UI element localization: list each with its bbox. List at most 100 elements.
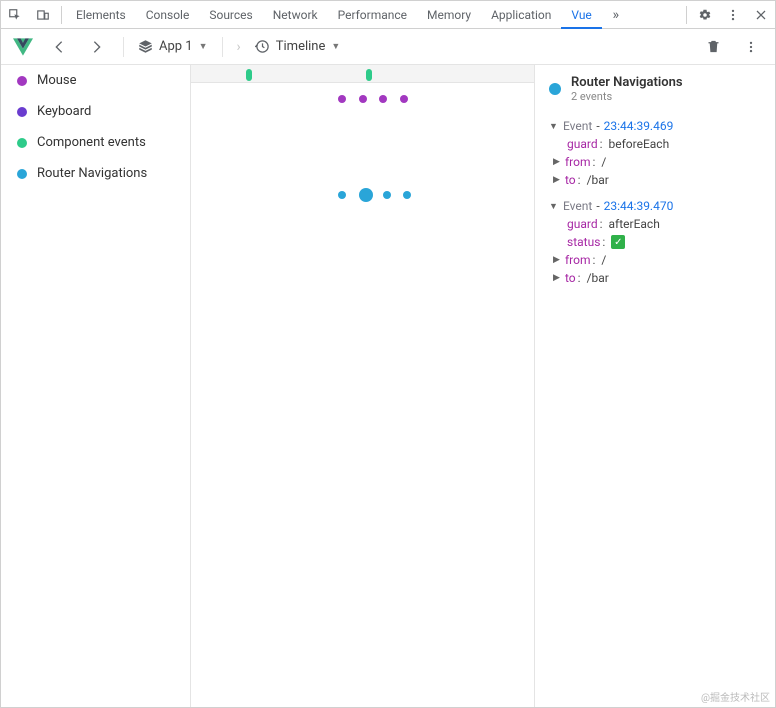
timeline-event-dot[interactable] xyxy=(403,191,411,199)
timeline-lane xyxy=(191,179,534,211)
chevron-right-icon: ▶ xyxy=(553,175,563,185)
devtools-tab-performance[interactable]: Performance xyxy=(328,1,417,29)
chevron-down-icon: ▼ xyxy=(331,41,340,52)
layer-label: Router Navigations xyxy=(37,166,147,181)
inspector-event: ▼Event - 23:44:39.470guard:afterEachstat… xyxy=(549,197,761,287)
property-key: guard xyxy=(567,217,598,231)
chevron-down-icon: ▼ xyxy=(199,41,208,52)
property-key: status xyxy=(567,235,600,249)
event-timestamp: 23:44:39.469 xyxy=(604,119,674,133)
close-devtools-icon[interactable] xyxy=(747,1,775,29)
chevron-down-icon: ▼ xyxy=(549,121,559,132)
timeline-event-dot[interactable] xyxy=(338,191,346,199)
nav-forward-button[interactable] xyxy=(85,35,109,59)
property-key: guard xyxy=(567,137,598,151)
nav-back-button[interactable] xyxy=(47,35,71,59)
separator xyxy=(61,6,62,24)
vue-logo-icon xyxy=(13,38,33,56)
timeline-lane xyxy=(191,147,534,179)
timeline-event-dot[interactable] xyxy=(383,191,391,199)
devtools-tab-console[interactable]: Console xyxy=(136,1,200,29)
app-selector[interactable]: App 1 ▼ xyxy=(138,39,208,54)
property-key: from xyxy=(565,253,591,267)
chevron-right-icon: ▶ xyxy=(553,255,563,265)
separator xyxy=(222,37,223,57)
layer-row[interactable]: Router Navigations xyxy=(1,158,190,189)
timeline-event-dot[interactable] xyxy=(359,188,373,202)
timeline-event-dot[interactable] xyxy=(379,95,387,103)
timeline-ruler-mark xyxy=(246,69,252,81)
event-property[interactable]: ▶to:/bar xyxy=(549,171,761,189)
view-selector[interactable]: Timeline ▼ xyxy=(255,39,341,54)
layer-row[interactable]: Keyboard xyxy=(1,96,190,127)
event-timestamp: 23:44:39.470 xyxy=(604,199,674,213)
devtools-tab-vue[interactable]: Vue xyxy=(561,1,601,29)
kebab-menu-icon[interactable] xyxy=(719,1,747,29)
main-panel: Mouse Keyboard Component events Router Navi… xyxy=(1,65,775,707)
settings-gear-icon[interactable] xyxy=(691,1,719,29)
devtools-tab-sources[interactable]: Sources xyxy=(199,1,262,29)
property-value: beforeEach xyxy=(609,137,670,151)
layer-label: Mouse xyxy=(37,73,77,88)
separator xyxy=(686,6,687,24)
check-icon: ✓ xyxy=(611,235,625,249)
devtools-tab-application[interactable]: Application xyxy=(481,1,561,29)
history-icon xyxy=(255,39,270,54)
property-value: /bar xyxy=(587,271,609,285)
device-toolbar-icon[interactable] xyxy=(29,1,57,29)
inspector-event: ▼Event - 23:44:39.469guard:beforeEach▶fr… xyxy=(549,117,761,189)
app-selector-label: App 1 xyxy=(159,39,193,54)
timeline-lane xyxy=(191,83,534,115)
event-property[interactable]: ▶to:/bar xyxy=(549,269,761,287)
layer-color-dot xyxy=(17,169,27,179)
property-value: / xyxy=(601,155,606,169)
chevron-down-icon: ▼ xyxy=(549,201,559,212)
property-value: / xyxy=(601,253,606,267)
layers-icon xyxy=(138,39,153,54)
timeline-event-dot[interactable] xyxy=(400,95,408,103)
more-tabs-icon[interactable]: » xyxy=(602,1,630,29)
devtools-tab-memory[interactable]: Memory xyxy=(417,1,481,29)
event-property: status:✓ xyxy=(549,233,761,251)
more-menu-icon[interactable] xyxy=(739,35,763,59)
view-selector-label: Timeline xyxy=(276,39,326,54)
event-name: Event xyxy=(563,119,592,133)
property-key: to xyxy=(565,173,576,187)
chevron-right-icon: ▶ xyxy=(553,157,563,167)
breadcrumb-chevron-icon: › xyxy=(237,39,241,55)
event-property[interactable]: ▶from:/ xyxy=(549,251,761,269)
inspector-title: Router Navigations xyxy=(571,75,683,90)
timeline-canvas[interactable] xyxy=(191,65,535,707)
event-header[interactable]: ▼Event - 23:44:39.469 xyxy=(549,117,761,135)
inspector-panel: Router Navigations 2 events ▼Event - 23:… xyxy=(535,65,775,707)
timeline-ruler xyxy=(191,65,534,83)
devtools-tab-network[interactable]: Network xyxy=(263,1,328,29)
layer-label: Keyboard xyxy=(37,104,91,119)
clear-button[interactable] xyxy=(701,35,725,59)
event-header[interactable]: ▼Event - 23:44:39.470 xyxy=(549,197,761,215)
property-value: /bar xyxy=(587,173,609,187)
layer-color-dot xyxy=(17,138,27,148)
layer-label: Component events xyxy=(37,135,146,150)
event-property[interactable]: ▶from:/ xyxy=(549,153,761,171)
property-key: from xyxy=(565,155,591,169)
timeline-event-dot[interactable] xyxy=(338,95,346,103)
separator xyxy=(123,37,124,57)
timeline-event-dot[interactable] xyxy=(359,95,367,103)
layer-color-dot xyxy=(17,76,27,86)
event-name: Event xyxy=(563,199,592,213)
layer-row[interactable]: Component events xyxy=(1,127,190,158)
layers-list: Mouse Keyboard Component events Router Navi… xyxy=(1,65,191,707)
property-value: afterEach xyxy=(609,217,660,231)
devtools-tab-elements[interactable]: Elements xyxy=(66,1,136,29)
layer-row[interactable]: Mouse xyxy=(1,65,190,96)
event-property: guard:beforeEach xyxy=(549,135,761,153)
layer-color-dot xyxy=(17,107,27,117)
chevron-right-icon: ▶ xyxy=(553,273,563,283)
inspector-layer-dot xyxy=(549,83,561,95)
inspector-subtitle: 2 events xyxy=(571,90,683,103)
timeline-ruler-mark xyxy=(366,69,372,81)
devtools-tab-strip: ElementsConsoleSourcesNetworkPerformance… xyxy=(1,1,775,29)
inspect-element-icon[interactable] xyxy=(1,1,29,29)
property-key: to xyxy=(565,271,576,285)
